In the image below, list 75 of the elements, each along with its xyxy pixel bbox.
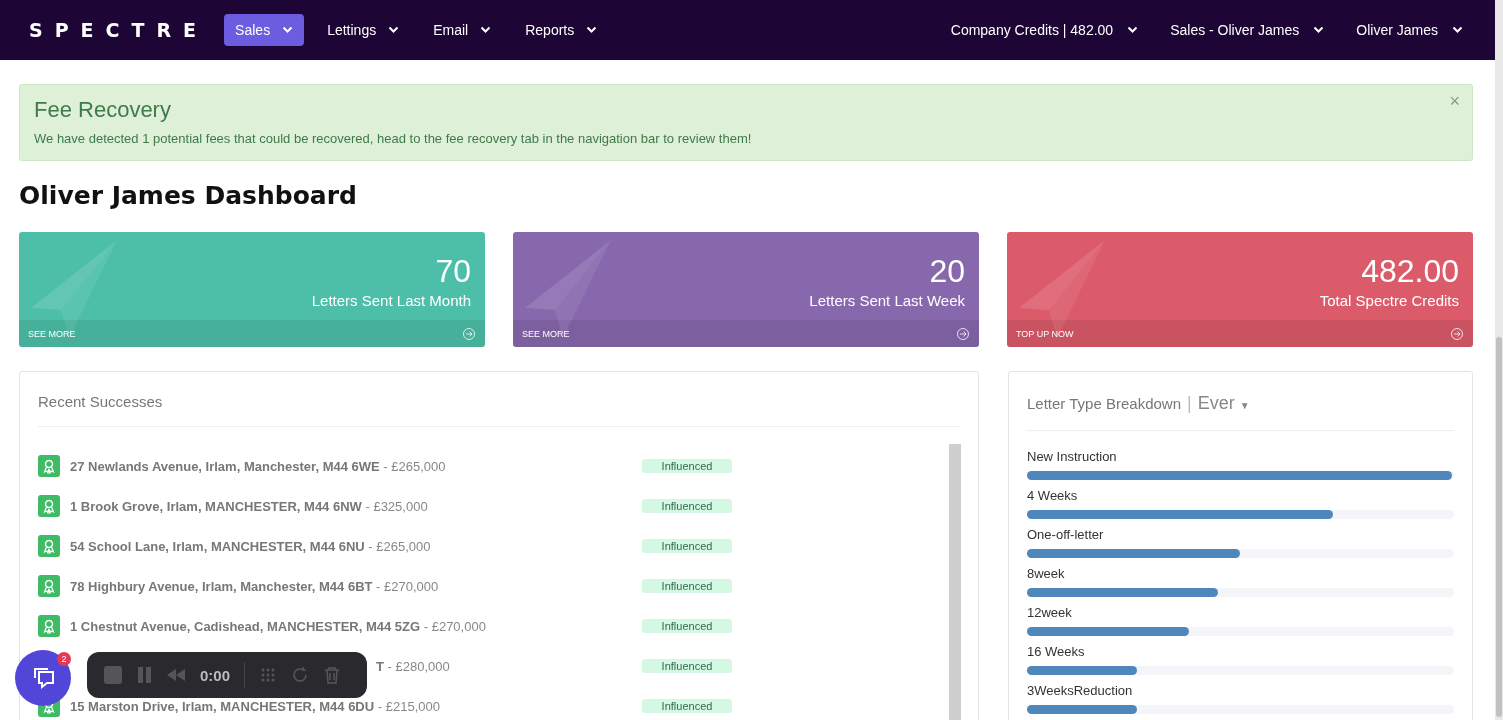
timer-text: 0:00 — [200, 666, 231, 684]
card-link[interactable]: SEE MORE — [28, 328, 76, 339]
stat-value: 482.00 — [1361, 254, 1459, 288]
notification-badge: 2 — [57, 652, 71, 666]
nav-tab[interactable]: Reports — [514, 14, 609, 46]
status-tag: Influenced — [642, 499, 732, 513]
card-footer[interactable]: SEE MORE — [513, 320, 979, 347]
property-text: T - £280,000 — [375, 658, 451, 674]
award-icon — [38, 455, 60, 477]
chevron-down-icon — [480, 26, 492, 34]
stat-label: Letters Sent Last Month — [311, 292, 471, 309]
chevron-down-icon — [1452, 26, 1463, 34]
panel-title: Recent Successes — [38, 393, 163, 410]
chevron-down-icon — [388, 26, 400, 34]
status-tag: Influenced — [642, 579, 732, 593]
stat-value: 70 — [435, 254, 471, 288]
chevron-down-icon — [282, 26, 294, 34]
bar-label: 12week — [1027, 605, 1073, 620]
bar-label: 8week — [1027, 566, 1066, 581]
card-footer[interactable]: TOP UP NOW — [1007, 320, 1473, 347]
panel-title: Letter Type Breakdown — [1027, 395, 1181, 412]
logo: SPECTRE — [29, 19, 209, 41]
property-text: 78 Highbury Avenue, Irlam, Manchester, M44 6BT - £270,000 — [70, 578, 440, 594]
property-text: 15 Marston Drive, Irlam, MANCHESTER, M44 6DU - £215,000 — [70, 698, 441, 714]
bar-label: 4 Weeks — [1027, 488, 1079, 503]
chevron-down-icon — [586, 26, 598, 34]
nav-tab[interactable]: Sales — [224, 14, 305, 46]
property-text: 27 Newlands Avenue, Irlam, Manchester, M44 6WE - £265,000 — [70, 458, 447, 474]
card-footer[interactable]: SEE MORE — [19, 320, 485, 347]
nav-tab[interactable]: Email — [422, 14, 503, 46]
arrow-circle-icon — [462, 326, 476, 341]
status-tag: Influenced — [642, 659, 732, 673]
bar-label: One-off-letter — [1027, 527, 1105, 542]
nav-tab[interactable]: Lettings — [316, 14, 411, 46]
nav-menu[interactable]: Oliver James — [1356, 22, 1463, 38]
paper-plane-icon — [1017, 238, 1107, 338]
property-text: 1 Chestnut Avenue, Cadishead, MANCHESTER, M44 5ZG - £270,000 — [70, 618, 487, 634]
property-text: 54 School Lane, Irlam, MANCHESTER, M44 6NU - £265,000 — [70, 538, 432, 554]
paper-plane-icon — [29, 238, 119, 338]
award-icon — [38, 535, 60, 557]
stop-icon — [103, 665, 123, 685]
alert-message: We have detected 1 potential fees that could be recovered, head to the fee recovery tab in the navigation bar to review them! — [34, 131, 753, 146]
property-text: 1 Brook Grove, Irlam, MANCHESTER, M44 6NW - £325,000 — [70, 498, 429, 514]
card-link[interactable]: TOP UP NOW — [1016, 328, 1074, 339]
reload-icon — [291, 666, 310, 684]
period-dropdown[interactable]: Ever ▼ — [1197, 393, 1250, 414]
scrollbar-thumb[interactable] — [1496, 337, 1502, 717]
scrollbar[interactable] — [949, 444, 961, 720]
award-icon — [38, 615, 60, 637]
stat-label: Total Spectre Credits — [1319, 292, 1459, 309]
trash-icon — [323, 666, 342, 684]
stat-value: 20 — [929, 254, 965, 288]
status-tag: Influenced — [642, 619, 732, 633]
award-icon — [38, 575, 60, 597]
separator-text: | — [1187, 393, 1192, 414]
status-tag: Influenced — [642, 699, 732, 713]
bar-label: New Instruction — [1027, 449, 1118, 464]
stat-label: Letters Sent Last Week — [809, 292, 965, 309]
card-link[interactable]: SEE MORE — [522, 328, 570, 339]
arrow-circle-icon — [1450, 326, 1464, 341]
chevron-down-icon — [1127, 26, 1139, 34]
nav-menu[interactable]: Sales - Oliver James — [1170, 22, 1325, 38]
status-tag: Influenced — [642, 459, 732, 473]
award-icon — [38, 495, 60, 517]
paper-plane-icon — [523, 238, 613, 338]
chevron-down-icon — [1313, 26, 1325, 34]
pause-icon — [137, 666, 152, 684]
bar-label: 16 Weeks — [1027, 644, 1086, 659]
arrow-circle-icon — [956, 326, 970, 341]
alert-title: Fee Recovery — [34, 97, 171, 123]
page-title: Oliver James Dashboard — [19, 181, 358, 210]
nav-menu[interactable]: Company Credits | 482.00 — [950, 22, 1139, 38]
status-tag: Influenced — [642, 539, 732, 553]
rewind-icon — [166, 667, 186, 683]
bar-label: 3WeeksReduction — [1027, 683, 1134, 698]
